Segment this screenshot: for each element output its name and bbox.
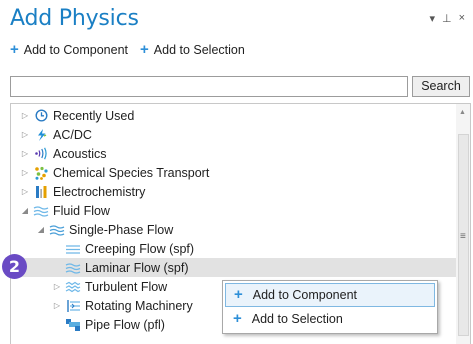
collapse-arrow-icon[interactable]: ◢ <box>35 225 47 234</box>
tree-item-recently-used[interactable]: ▷ Recently Used <box>19 106 134 125</box>
menu-item-label: Add to Component <box>252 288 358 302</box>
rotating-machinery-icon <box>65 299 81 313</box>
tree-item-label: AC/DC <box>53 127 92 142</box>
tree-item-acoustics[interactable]: ▷ Acoustics <box>19 144 107 163</box>
tree-item-label: Turbulent Flow <box>85 279 168 294</box>
fluid-flow-icon <box>33 204 49 218</box>
panel-title: Add Physics <box>10 6 139 31</box>
menu-item-add-to-selection[interactable]: + Add to Selection <box>225 308 433 330</box>
tree-item-label: Single-Phase Flow <box>69 222 174 237</box>
menu-item-label: Add to Selection <box>251 312 343 326</box>
tree-item-label: Acoustics <box>53 146 107 161</box>
laminar-flow-icon <box>65 261 81 275</box>
tree-item-creeping-flow[interactable]: Creeping Flow (spf) <box>63 239 194 258</box>
clock-icon <box>33 109 49 123</box>
collapse-arrow-icon[interactable]: ◢ <box>19 206 31 215</box>
search-row: Search <box>10 76 470 97</box>
add-to-selection-label: Add to Selection <box>153 43 245 57</box>
window-controls: ▾ ⊥ × <box>429 12 465 25</box>
pipe-flow-icon <box>65 318 81 332</box>
vertical-scrollbar[interactable]: ▲ ≡ <box>456 103 471 344</box>
plus-icon: + <box>10 41 19 58</box>
acdc-icon <box>33 128 49 142</box>
tree-item-electrochemistry[interactable]: ▷ Electrochemistry <box>19 182 145 201</box>
tree-item-pipe-flow[interactable]: Pipe Flow (pfl) <box>63 315 165 334</box>
electrochemistry-icon <box>33 185 49 199</box>
tree-item-label: Chemical Species Transport <box>53 165 210 180</box>
tree-item-chemical-species-transport[interactable]: ▷ Chemical Species Transport <box>19 163 209 182</box>
scroll-up-arrow-icon[interactable]: ▲ <box>459 109 466 116</box>
acoustics-icon <box>33 147 49 161</box>
expand-arrow-icon[interactable]: ▷ <box>19 168 31 177</box>
expand-arrow-icon[interactable]: ▷ <box>19 187 31 196</box>
expand-arrow-icon[interactable]: ▷ <box>19 130 31 139</box>
tree-item-turbulent-flow[interactable]: ▷ Turbulent Flow <box>51 277 167 296</box>
tree-item-label: Rotating Machinery <box>85 298 193 313</box>
grip-icon: ≡ <box>460 231 466 242</box>
scrollbar-thumb[interactable]: ≡ <box>458 134 469 336</box>
tree-item-label: Electrochemistry <box>53 184 146 199</box>
add-to-selection-button[interactable]: + Add to Selection <box>140 41 245 58</box>
add-to-component-label: Add to Component <box>23 43 129 57</box>
chemical-icon <box>33 166 49 180</box>
tree-item-single-phase-flow[interactable]: ◢ Single-Phase Flow <box>35 220 173 239</box>
search-input[interactable] <box>10 76 408 97</box>
tree-item-rotating-machinery[interactable]: ▷ Rotating Machinery <box>51 296 193 315</box>
add-to-component-button[interactable]: + Add to Component <box>10 41 129 58</box>
chevron-down-icon[interactable]: ▾ <box>429 12 435 25</box>
plus-icon: + <box>140 41 149 58</box>
expand-arrow-icon[interactable]: ▷ <box>19 111 31 120</box>
context-menu: + Add to Component + Add to Selection <box>222 280 438 334</box>
tree-item-label: Fluid Flow <box>53 203 110 218</box>
toolbar: + Add to Component + Add to Selection <box>10 41 245 58</box>
expand-arrow-icon[interactable]: ▷ <box>51 301 63 310</box>
expand-arrow-icon[interactable]: ▷ <box>19 149 31 158</box>
expand-arrow-icon[interactable]: ▷ <box>51 282 63 291</box>
menu-item-add-to-component[interactable]: + Add to Component <box>225 283 435 307</box>
tree-item-acdc[interactable]: ▷ AC/DC <box>19 125 92 144</box>
close-icon[interactable]: × <box>459 12 465 25</box>
step-badge: 2 <box>2 254 27 279</box>
tree-item-label: Creeping Flow (spf) <box>85 241 195 256</box>
plus-icon: + <box>234 286 243 303</box>
tree-item-laminar-flow[interactable]: Laminar Flow (spf) <box>11 258 457 277</box>
search-button[interactable]: Search <box>412 76 470 97</box>
plus-icon: + <box>233 310 242 327</box>
creeping-flow-icon <box>65 242 81 256</box>
tree-item-fluid-flow[interactable]: ◢ Fluid Flow <box>19 201 110 220</box>
tree-item-label: Laminar Flow (spf) <box>85 260 189 275</box>
turbulent-flow-icon <box>65 280 81 294</box>
pin-icon[interactable]: ⊥ <box>442 12 452 25</box>
tree-item-label: Recently Used <box>53 108 135 123</box>
single-phase-flow-icon <box>49 223 65 237</box>
tree-item-label: Pipe Flow (pfl) <box>85 317 165 332</box>
